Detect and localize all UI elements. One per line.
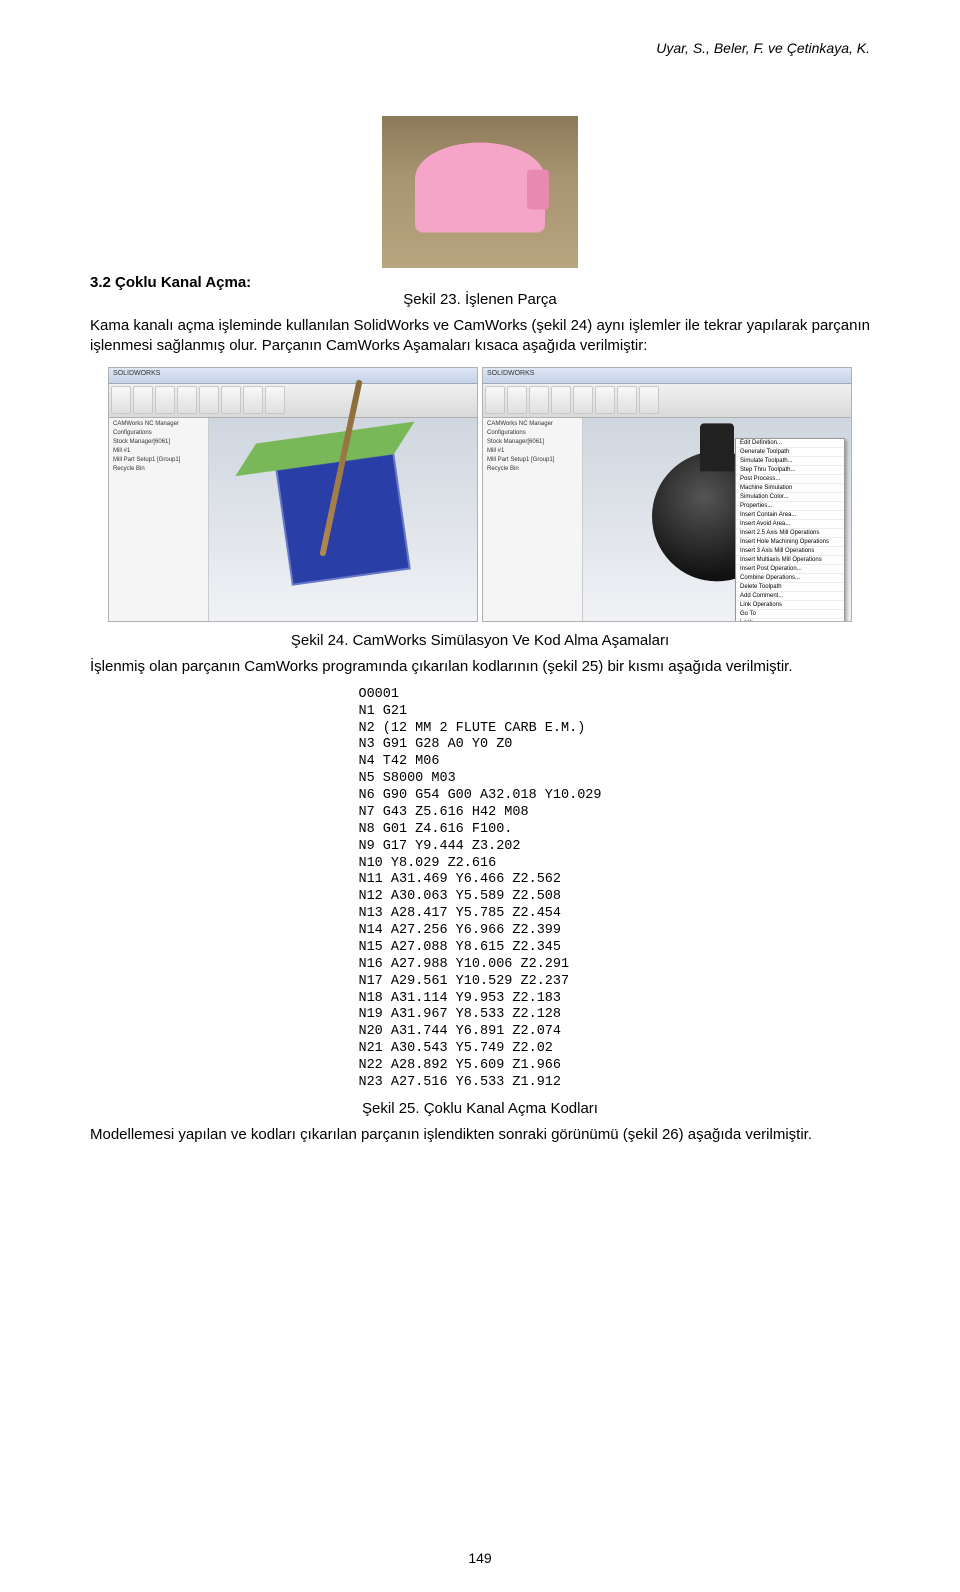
ctx-item: Properties... xyxy=(736,502,844,511)
figure-24-screenshots: SOLIDWORKS CAMWorks NC Manager Configura… xyxy=(90,367,870,622)
tree-item: Recycle Bin xyxy=(111,465,206,474)
sw-viewport-left xyxy=(209,418,477,621)
tree-item: CAMWorks NC Manager xyxy=(485,420,580,429)
ctx-item: Simulate Toolpath... xyxy=(736,457,844,466)
sw-toolbar xyxy=(483,384,851,418)
ctx-item: Link Operations xyxy=(736,601,844,610)
toolbar-button xyxy=(507,386,527,414)
sw-titlebar: SOLIDWORKS xyxy=(483,368,851,384)
toolbar-button xyxy=(639,386,659,414)
page-header-attribution: Uyar, S., Beler, F. ve Çetinkaya, K. xyxy=(90,40,870,56)
toolbar-button xyxy=(265,386,285,414)
section-3-2-heading: 3.2 Çoklu Kanal Açma: xyxy=(90,274,251,291)
sw-feature-tree: CAMWorks NC Manager Configurations Stock… xyxy=(483,418,583,621)
toolbar-button xyxy=(177,386,197,414)
gcode-listing: O0001 N1 G21 N2 (12 MM 2 FLUTE CARB E.M.… xyxy=(358,687,601,1092)
toolbar-button xyxy=(111,386,131,414)
toolbar-button xyxy=(551,386,571,414)
sw-viewport-right: Edit Definition... Generate Toolpath Sim… xyxy=(583,418,851,621)
tree-item: Recycle Bin xyxy=(485,465,580,474)
ctx-item: Insert Hole Machining Operations xyxy=(736,538,844,547)
figure-24-caption: Şekil 24. CamWorks Simülasyon Ve Kod Alm… xyxy=(90,632,870,649)
tree-item: CAMWorks NC Manager xyxy=(111,420,206,429)
ctx-item: Insert Post Operation... xyxy=(736,565,844,574)
ctx-item: Insert Avoid Area... xyxy=(736,520,844,529)
ctx-item: Post Process... xyxy=(736,475,844,484)
tree-item: Configurations xyxy=(111,429,206,438)
machined-part-shape xyxy=(415,143,545,233)
ctx-item: Machine Simulation xyxy=(736,484,844,493)
tree-item: Mill Part Setup1 [Group1] xyxy=(485,456,580,465)
paragraph-1: Kama kanalı açma işleminde kullanılan So… xyxy=(90,316,870,357)
ctx-item: Insert 2.5 Axis Mill Operations xyxy=(736,529,844,538)
ctx-item: Simulation Color... xyxy=(736,493,844,502)
toolbar-button xyxy=(573,386,593,414)
figure-25-caption: Şekil 25. Çoklu Kanal Açma Kodları xyxy=(90,1100,870,1117)
tree-item: Stock Manager[6061] xyxy=(111,438,206,447)
sw-titlebar: SOLIDWORKS xyxy=(109,368,477,384)
toolbar-button xyxy=(243,386,263,414)
ctx-item: Combine Operations... xyxy=(736,574,844,583)
toolbar-button xyxy=(155,386,175,414)
toolbar-button xyxy=(617,386,637,414)
sw-body: CAMWorks NC Manager Configurations Stock… xyxy=(483,418,851,621)
toolbar-button xyxy=(199,386,219,414)
sw-feature-tree: CAMWorks NC Manager Configurations Stock… xyxy=(109,418,209,621)
paragraph-3: Modellemesi yapılan ve kodları çıkarılan… xyxy=(90,1125,870,1145)
toolbar-button xyxy=(221,386,241,414)
context-menu: Edit Definition... Generate Toolpath Sim… xyxy=(735,438,845,622)
paragraph-2: İşlenmiş olan parçanın CamWorks programı… xyxy=(90,657,870,677)
ctx-item: Insert Multiaxis Mill Operations xyxy=(736,556,844,565)
figure-23-photo xyxy=(382,116,578,268)
ctx-item: Step Thru Toolpath... xyxy=(736,466,844,475)
ctx-item: Generate Toolpath xyxy=(736,448,844,457)
ctx-item: Insert Contain Area... xyxy=(736,511,844,520)
tree-item: Configurations xyxy=(485,429,580,438)
figure-23-caption: Şekil 23. İşlenen Parça xyxy=(90,291,870,308)
tree-item: Stock Manager[6061] xyxy=(485,438,580,447)
ctx-item: Go To xyxy=(736,610,844,619)
sw-body: CAMWorks NC Manager Configurations Stock… xyxy=(109,418,477,621)
sw-toolbar xyxy=(109,384,477,418)
ctx-item: Lock xyxy=(736,619,844,622)
page-number: 149 xyxy=(0,1550,960,1566)
toolbar-button xyxy=(595,386,615,414)
toolbar-button xyxy=(529,386,549,414)
ctx-item: Add Comment... xyxy=(736,592,844,601)
tree-item: Mill #1 xyxy=(111,447,206,456)
tree-item: Mill Part Setup1 [Group1] xyxy=(111,456,206,465)
ctx-item: Edit Definition... xyxy=(736,439,844,448)
solidworks-panel-left: SOLIDWORKS CAMWorks NC Manager Configura… xyxy=(108,367,478,622)
ctx-item: Delete Toolpath xyxy=(736,583,844,592)
tree-item: Mill #1 xyxy=(485,447,580,456)
ctx-item: Insert 3 Axis Mill Operations xyxy=(736,547,844,556)
solidworks-panel-right: SOLIDWORKS CAMWorks NC Manager Configura… xyxy=(482,367,852,622)
toolbar-button xyxy=(485,386,505,414)
toolbar-button xyxy=(133,386,153,414)
